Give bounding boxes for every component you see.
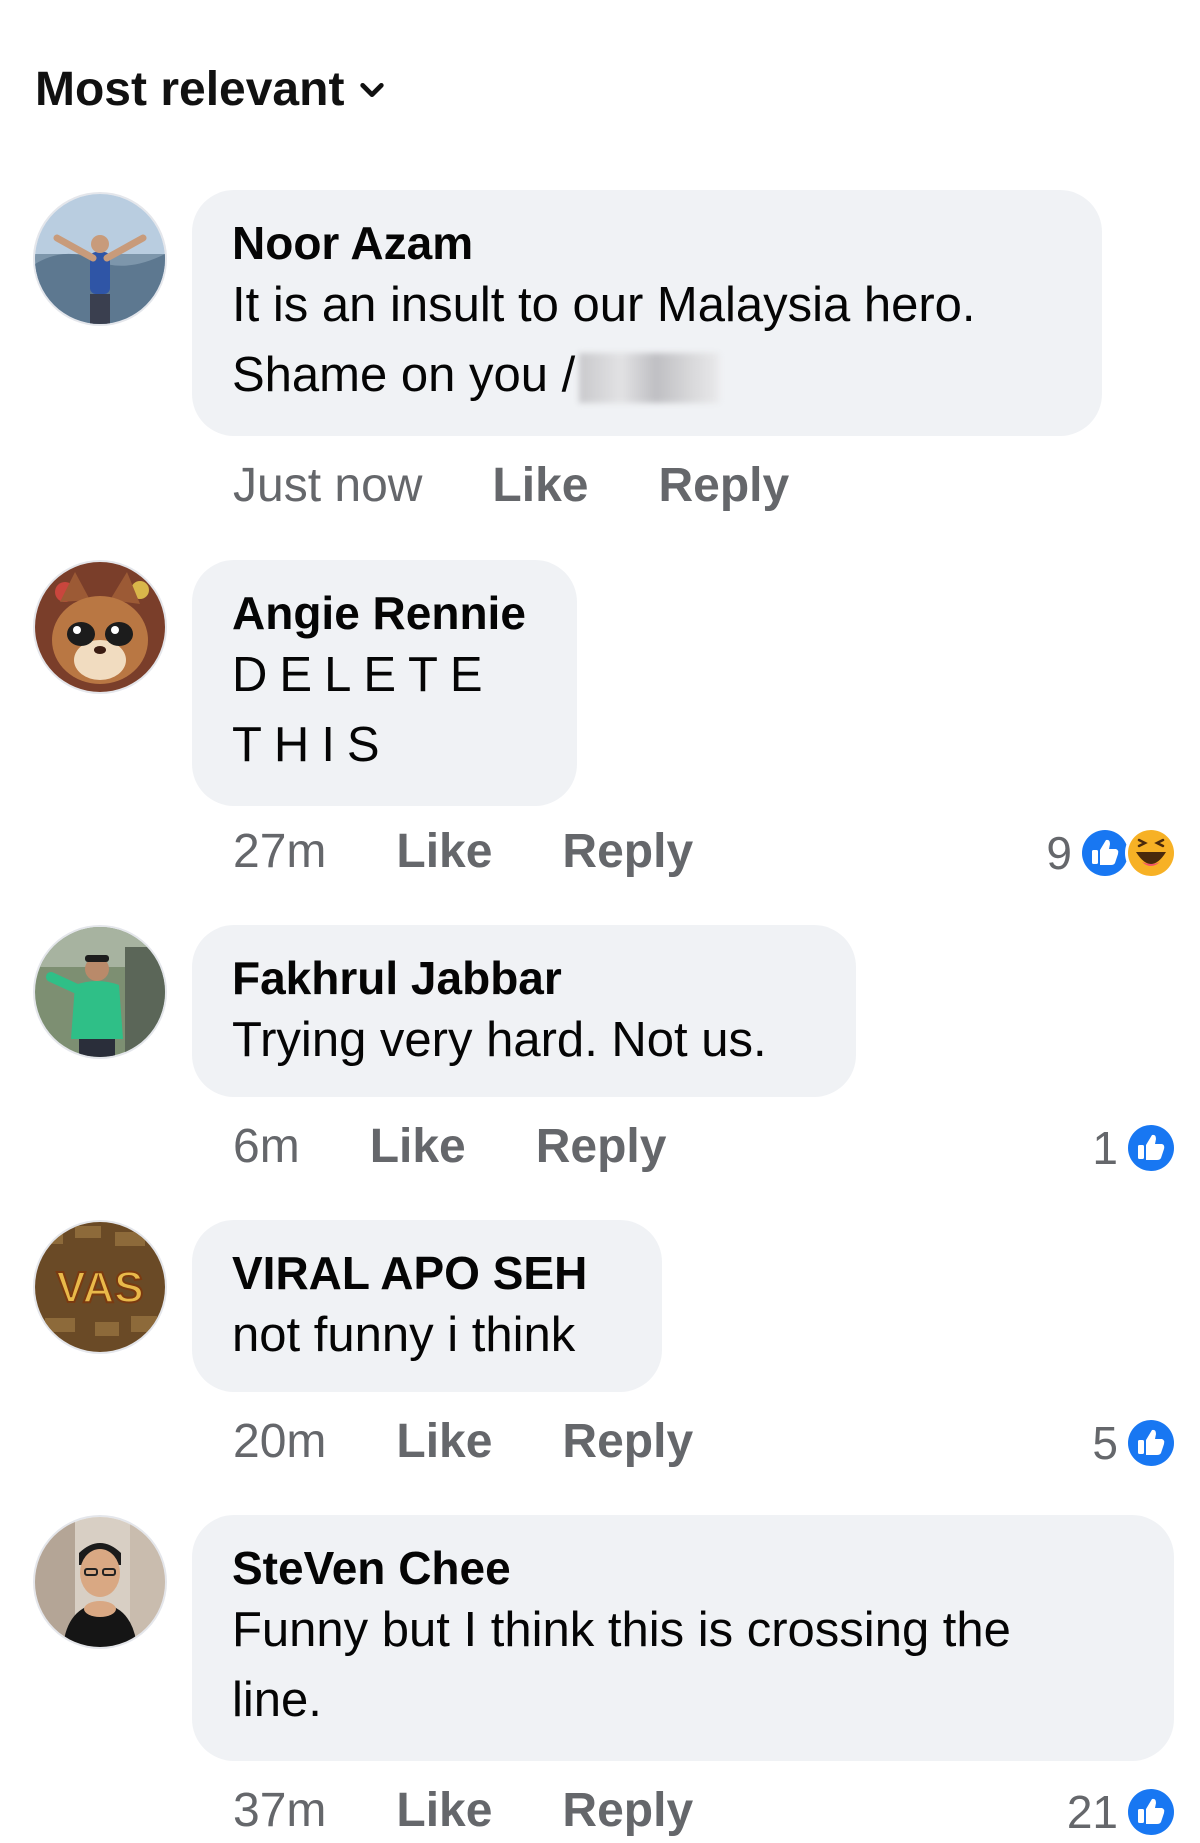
comment-actions: 37m Like Reply	[233, 1783, 693, 1838]
reaction-summary[interactable]: 5	[1092, 1416, 1178, 1470]
comment-bubble: Angie Rennie DELETE THIS	[192, 560, 577, 806]
avatar[interactable]: VAS	[35, 1222, 165, 1352]
comment-actions: 27m Like Reply	[233, 824, 693, 879]
like-button[interactable]: Like	[396, 1783, 492, 1838]
reply-button[interactable]: Reply	[562, 1783, 693, 1838]
comment-text: DELETE THIS	[232, 640, 537, 780]
like-icon	[1125, 1122, 1177, 1174]
comment-timestamp[interactable]: 6m	[233, 1119, 300, 1174]
like-icon	[1125, 1786, 1177, 1838]
comment-actions: Just now Like Reply	[233, 458, 789, 513]
avatar[interactable]	[35, 927, 165, 1057]
comment-timestamp[interactable]: 37m	[233, 1783, 326, 1838]
comment-line: line.	[232, 1673, 322, 1727]
comment-bubble: SteVen Chee Funny but I think this is cr…	[192, 1515, 1174, 1761]
reaction-count: 5	[1092, 1417, 1118, 1469]
comment-timestamp[interactable]: 20m	[233, 1414, 326, 1469]
vas-logo-text: VAS	[56, 1263, 143, 1312]
sort-label: Most relevant	[35, 63, 345, 116]
comment-author[interactable]: SteVen Chee	[232, 1541, 1134, 1595]
haha-icon	[1125, 827, 1177, 879]
comment-bubble: Noor Azam It is an insult to our Malaysi…	[192, 190, 1102, 436]
chevron-down-icon	[360, 82, 385, 97]
like-button[interactable]: Like	[370, 1119, 466, 1174]
sort-dropdown[interactable]: Most relevant	[35, 62, 386, 117]
vas-logo-avatar: VAS	[35, 1222, 165, 1352]
comment-line: It is an insult to our Malaysia hero.	[232, 278, 976, 332]
comment-bubble: Fakhrul Jabbar Trying very hard. Not us.	[192, 925, 856, 1097]
comment-bubble: VIRAL APO SEH not funny i think	[192, 1220, 662, 1392]
comment-actions: 20m Like Reply	[233, 1414, 693, 1469]
comment-author[interactable]: Angie Rennie	[232, 586, 537, 640]
reply-button[interactable]: Reply	[536, 1119, 667, 1174]
comment-line: Trying very hard. Not us.	[232, 1013, 767, 1067]
comment-line: Funny but I think this is crossing the	[232, 1603, 1011, 1657]
comment-line: Shame on you /	[232, 340, 1062, 410]
avatar[interactable]	[35, 194, 165, 324]
cat-avatar	[35, 562, 165, 692]
comment-actions: 6m Like Reply	[233, 1119, 666, 1174]
reaction-summary[interactable]: 9	[1046, 826, 1178, 880]
comment-author[interactable]: Noor Azam	[232, 216, 1062, 270]
comment-line-text: Shame on you /	[232, 348, 576, 402]
comment-text: Funny but I think this is crossing the l…	[232, 1595, 1134, 1735]
like-button[interactable]: Like	[492, 458, 588, 513]
comment-line: THIS	[232, 718, 392, 772]
reaction-count: 1	[1092, 1122, 1118, 1174]
reply-button[interactable]: Reply	[562, 1414, 693, 1469]
like-button[interactable]: Like	[396, 1414, 492, 1469]
comment-author[interactable]: VIRAL APO SEH	[232, 1246, 622, 1300]
comment-line: DELETE	[232, 648, 495, 702]
reply-button[interactable]: Reply	[658, 458, 789, 513]
like-icon	[1125, 1417, 1177, 1469]
comment-line: not funny i think	[232, 1308, 576, 1362]
reaction-summary[interactable]: 1	[1092, 1121, 1178, 1175]
comment-text: Trying very hard. Not us.	[232, 1005, 816, 1075]
comment-timestamp[interactable]: Just now	[233, 458, 422, 513]
comment-text: not funny i think	[232, 1300, 622, 1370]
person-green-shirt-avatar	[35, 927, 165, 1057]
person-landscape-avatar	[35, 194, 165, 324]
person-portrait-avatar	[35, 1517, 165, 1647]
reaction-count: 21	[1066, 1786, 1118, 1838]
avatar[interactable]	[35, 1517, 165, 1647]
avatar[interactable]	[35, 562, 165, 692]
reaction-summary[interactable]: 21	[1067, 1785, 1178, 1839]
like-button[interactable]: Like	[396, 824, 492, 879]
redacted-blur	[579, 353, 720, 404]
comment-text: It is an insult to our Malaysia hero. Sh…	[232, 270, 1062, 410]
comment-author[interactable]: Fakhrul Jabbar	[232, 951, 816, 1005]
comment-timestamp[interactable]: 27m	[233, 824, 326, 879]
reply-button[interactable]: Reply	[562, 824, 693, 879]
reaction-count: 9	[1046, 827, 1072, 879]
